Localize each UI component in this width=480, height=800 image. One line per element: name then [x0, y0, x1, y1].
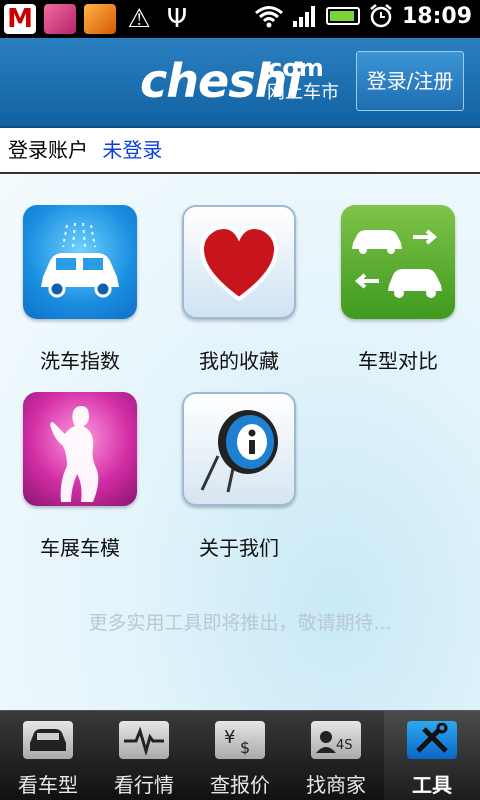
car-compare-icon [341, 205, 455, 319]
signal-icon [292, 6, 315, 27]
tab-car-models[interactable]: 看车型 [0, 711, 96, 800]
coming-soon-hint: 更多实用工具即将推出，敬请期待... [88, 612, 392, 634]
status-bar: M ⚠ Ψ 18:09 [0, 0, 480, 38]
app-header: cheshi com 网上车市 登录/注册 [0, 38, 480, 128]
tab-dealers[interactable]: 4S 找商家 [288, 711, 384, 800]
car-icon [23, 721, 73, 759]
svg-text:$: $ [240, 738, 250, 755]
status-time: 18:09 [401, 3, 472, 29]
tool-label: 关于我们 [199, 536, 279, 560]
svg-text:4S: 4S [336, 738, 353, 753]
price-icon: ¥ $ [215, 721, 265, 759]
tool-car-models[interactable]: 车展车模 [0, 392, 160, 561]
tool-label: 洗车指数 [40, 349, 120, 373]
heart-icon [182, 205, 296, 319]
alert-icon: ⚠ [127, 4, 151, 34]
account-bar[interactable]: 登录账户 未登录 [0, 128, 480, 174]
tab-market[interactable]: 看行情 [96, 711, 192, 800]
dealer-icon: 4S [311, 721, 361, 759]
usb-icon: Ψ [166, 4, 188, 34]
tool-car-wash[interactable]: 洗车指数 [0, 205, 160, 374]
car-wash-icon [23, 205, 137, 319]
tool-label: 车展车模 [40, 536, 120, 560]
car-model-icon [23, 392, 137, 506]
gmail-icon: M [4, 4, 36, 34]
tab-prices[interactable]: ¥ $ 查报价 [192, 711, 288, 800]
wifi-icon [255, 6, 283, 28]
account-status[interactable]: 未登录 [102, 138, 162, 162]
tools-panel: 洗车指数 我的收藏 车型对比 车展车模 关于我们 更多实用工具即将推出，敬请期待… [0, 174, 480, 710]
account-label: 登录账户 [8, 138, 88, 162]
battery-icon [325, 7, 360, 25]
tool-about-us[interactable]: 关于我们 [159, 392, 319, 561]
pulse-icon [119, 721, 169, 759]
tool-label: 车型对比 [358, 349, 438, 373]
tool-compare[interactable]: 车型对比 [318, 205, 478, 374]
tools-icon [407, 721, 457, 759]
game-icon [44, 4, 76, 34]
alarm-icon [370, 4, 392, 28]
login-register-button[interactable]: 登录/注册 [356, 51, 464, 111]
tool-favorites[interactable]: 我的收藏 [159, 205, 319, 374]
cheshi-logo: cheshi com 网上车市 [140, 54, 339, 108]
bottom-tab-bar: 看车型 看行情 ¥ $ 查报价 4S 找商家 工具 [0, 710, 480, 800]
app-icon [84, 4, 116, 34]
tool-label: 我的收藏 [199, 349, 279, 373]
info-icon [182, 392, 296, 506]
svg-text:¥: ¥ [224, 727, 235, 748]
tab-tools[interactable]: 工具 [384, 711, 480, 800]
